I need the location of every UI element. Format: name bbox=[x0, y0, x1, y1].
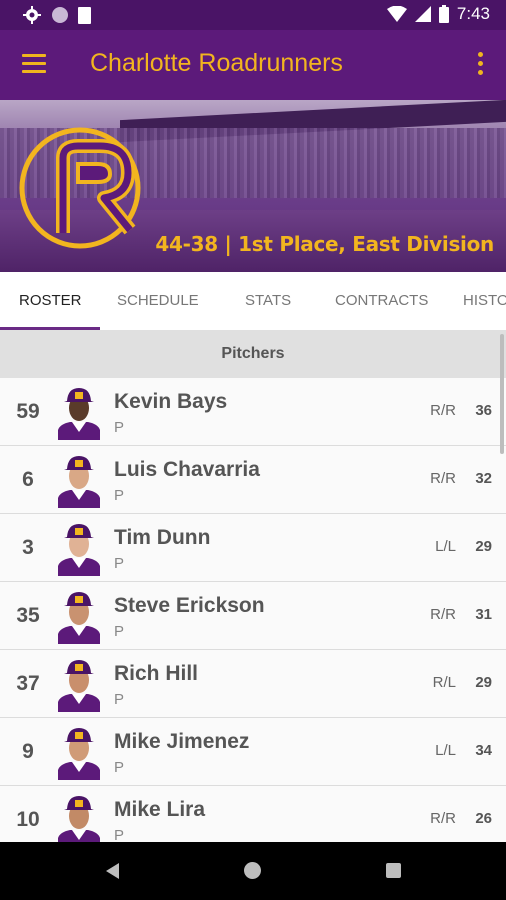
player-number: 9 bbox=[22, 740, 34, 763]
sd-card-icon bbox=[78, 6, 91, 24]
player-number: 59 bbox=[16, 400, 40, 423]
player-age: 34 bbox=[475, 742, 492, 759]
player-position: P bbox=[114, 759, 125, 776]
player-number: 35 bbox=[16, 604, 40, 627]
tab-history[interactable]: HISTO bbox=[463, 292, 506, 309]
player-position: P bbox=[114, 555, 125, 572]
settings-icon bbox=[23, 6, 41, 24]
player-avatar bbox=[58, 796, 100, 842]
app-bar: Charlotte Roadrunners bbox=[0, 30, 506, 100]
home-icon[interactable] bbox=[244, 862, 261, 879]
team-record: 44-38 | 1st Place, East Division bbox=[155, 232, 494, 256]
tab-stats[interactable]: STATS bbox=[245, 292, 291, 309]
team-logo bbox=[19, 127, 141, 249]
player-avatar bbox=[58, 592, 100, 644]
recent-apps-icon[interactable] bbox=[386, 863, 401, 878]
player-name: Mike Jimenez bbox=[114, 730, 250, 753]
wifi-icon bbox=[386, 6, 407, 22]
player-age: 36 bbox=[475, 402, 492, 419]
player-name: Mike Lira bbox=[114, 798, 206, 821]
player-age: 31 bbox=[475, 606, 492, 623]
player-row[interactable]: 35 Steve Erickson P R/R 31 bbox=[0, 582, 506, 650]
player-position: P bbox=[114, 827, 125, 842]
player-name: Steve Erickson bbox=[114, 594, 265, 617]
back-icon[interactable] bbox=[106, 863, 119, 879]
circle-icon bbox=[52, 7, 68, 23]
player-number: 10 bbox=[16, 808, 40, 831]
player-bats-throws: R/L bbox=[432, 674, 456, 691]
player-avatar bbox=[58, 660, 100, 712]
signal-icon bbox=[414, 6, 431, 22]
player-name: Kevin Bays bbox=[114, 390, 228, 413]
tab-bar: ROSTER SCHEDULE STATS CONTRACTS HISTO bbox=[0, 272, 506, 330]
player-row[interactable]: 10 Mike Lira P R/R 26 bbox=[0, 786, 506, 842]
player-age: 26 bbox=[475, 810, 492, 827]
player-row[interactable]: 9 Mike Jimenez P L/L 34 bbox=[0, 718, 506, 786]
section-header-pitchers: Pitchers bbox=[0, 330, 506, 378]
player-number: 6 bbox=[22, 468, 34, 491]
status-bar: 7:43 bbox=[0, 0, 506, 30]
player-age: 29 bbox=[475, 538, 492, 555]
status-time: 7:43 bbox=[456, 4, 490, 23]
player-bats-throws: R/R bbox=[430, 470, 456, 487]
player-position: P bbox=[114, 487, 125, 504]
player-row[interactable]: 37 Rich Hill P R/L 29 bbox=[0, 650, 506, 718]
player-name: Rich Hill bbox=[114, 662, 199, 685]
player-name: Luis Chavarria bbox=[114, 458, 260, 481]
list-scrollbar[interactable] bbox=[500, 334, 504, 454]
player-name: Tim Dunn bbox=[114, 526, 211, 549]
player-avatar bbox=[58, 728, 100, 780]
player-avatar bbox=[58, 524, 100, 576]
player-bats-throws: L/L bbox=[435, 538, 456, 555]
player-avatar bbox=[58, 456, 100, 508]
player-age: 29 bbox=[475, 674, 492, 691]
player-row[interactable]: 59 Kevin Bays P R/R 36 bbox=[0, 378, 506, 446]
player-avatar bbox=[58, 388, 100, 440]
player-row[interactable]: 6 Luis Chavarria P R/R 32 bbox=[0, 446, 506, 514]
tab-schedule[interactable]: SCHEDULE bbox=[117, 292, 199, 309]
tab-contracts[interactable]: CONTRACTS bbox=[335, 292, 428, 309]
overflow-menu-icon[interactable] bbox=[478, 52, 484, 79]
roster-list[interactable]: 59 Kevin Bays P R/R 36 6 Luis Chavarria … bbox=[0, 378, 506, 842]
player-number: 37 bbox=[16, 672, 40, 695]
team-banner: 44-38 | 1st Place, East Division bbox=[0, 100, 506, 272]
player-number: 3 bbox=[22, 536, 34, 559]
app-title: Charlotte Roadrunners bbox=[90, 49, 343, 77]
player-age: 32 bbox=[475, 470, 492, 487]
hamburger-menu-icon[interactable] bbox=[22, 54, 46, 74]
system-nav-bar bbox=[0, 842, 506, 900]
tab-roster[interactable]: ROSTER bbox=[19, 292, 82, 309]
player-bats-throws: R/R bbox=[430, 606, 456, 623]
player-bats-throws: R/R bbox=[430, 810, 456, 827]
player-bats-throws: L/L bbox=[435, 742, 456, 759]
player-bats-throws: R/R bbox=[430, 402, 456, 419]
player-position: P bbox=[114, 691, 125, 708]
battery-icon bbox=[438, 5, 449, 23]
player-position: P bbox=[114, 419, 125, 436]
player-position: P bbox=[114, 623, 125, 640]
player-row[interactable]: 3 Tim Dunn P L/L 29 bbox=[0, 514, 506, 582]
